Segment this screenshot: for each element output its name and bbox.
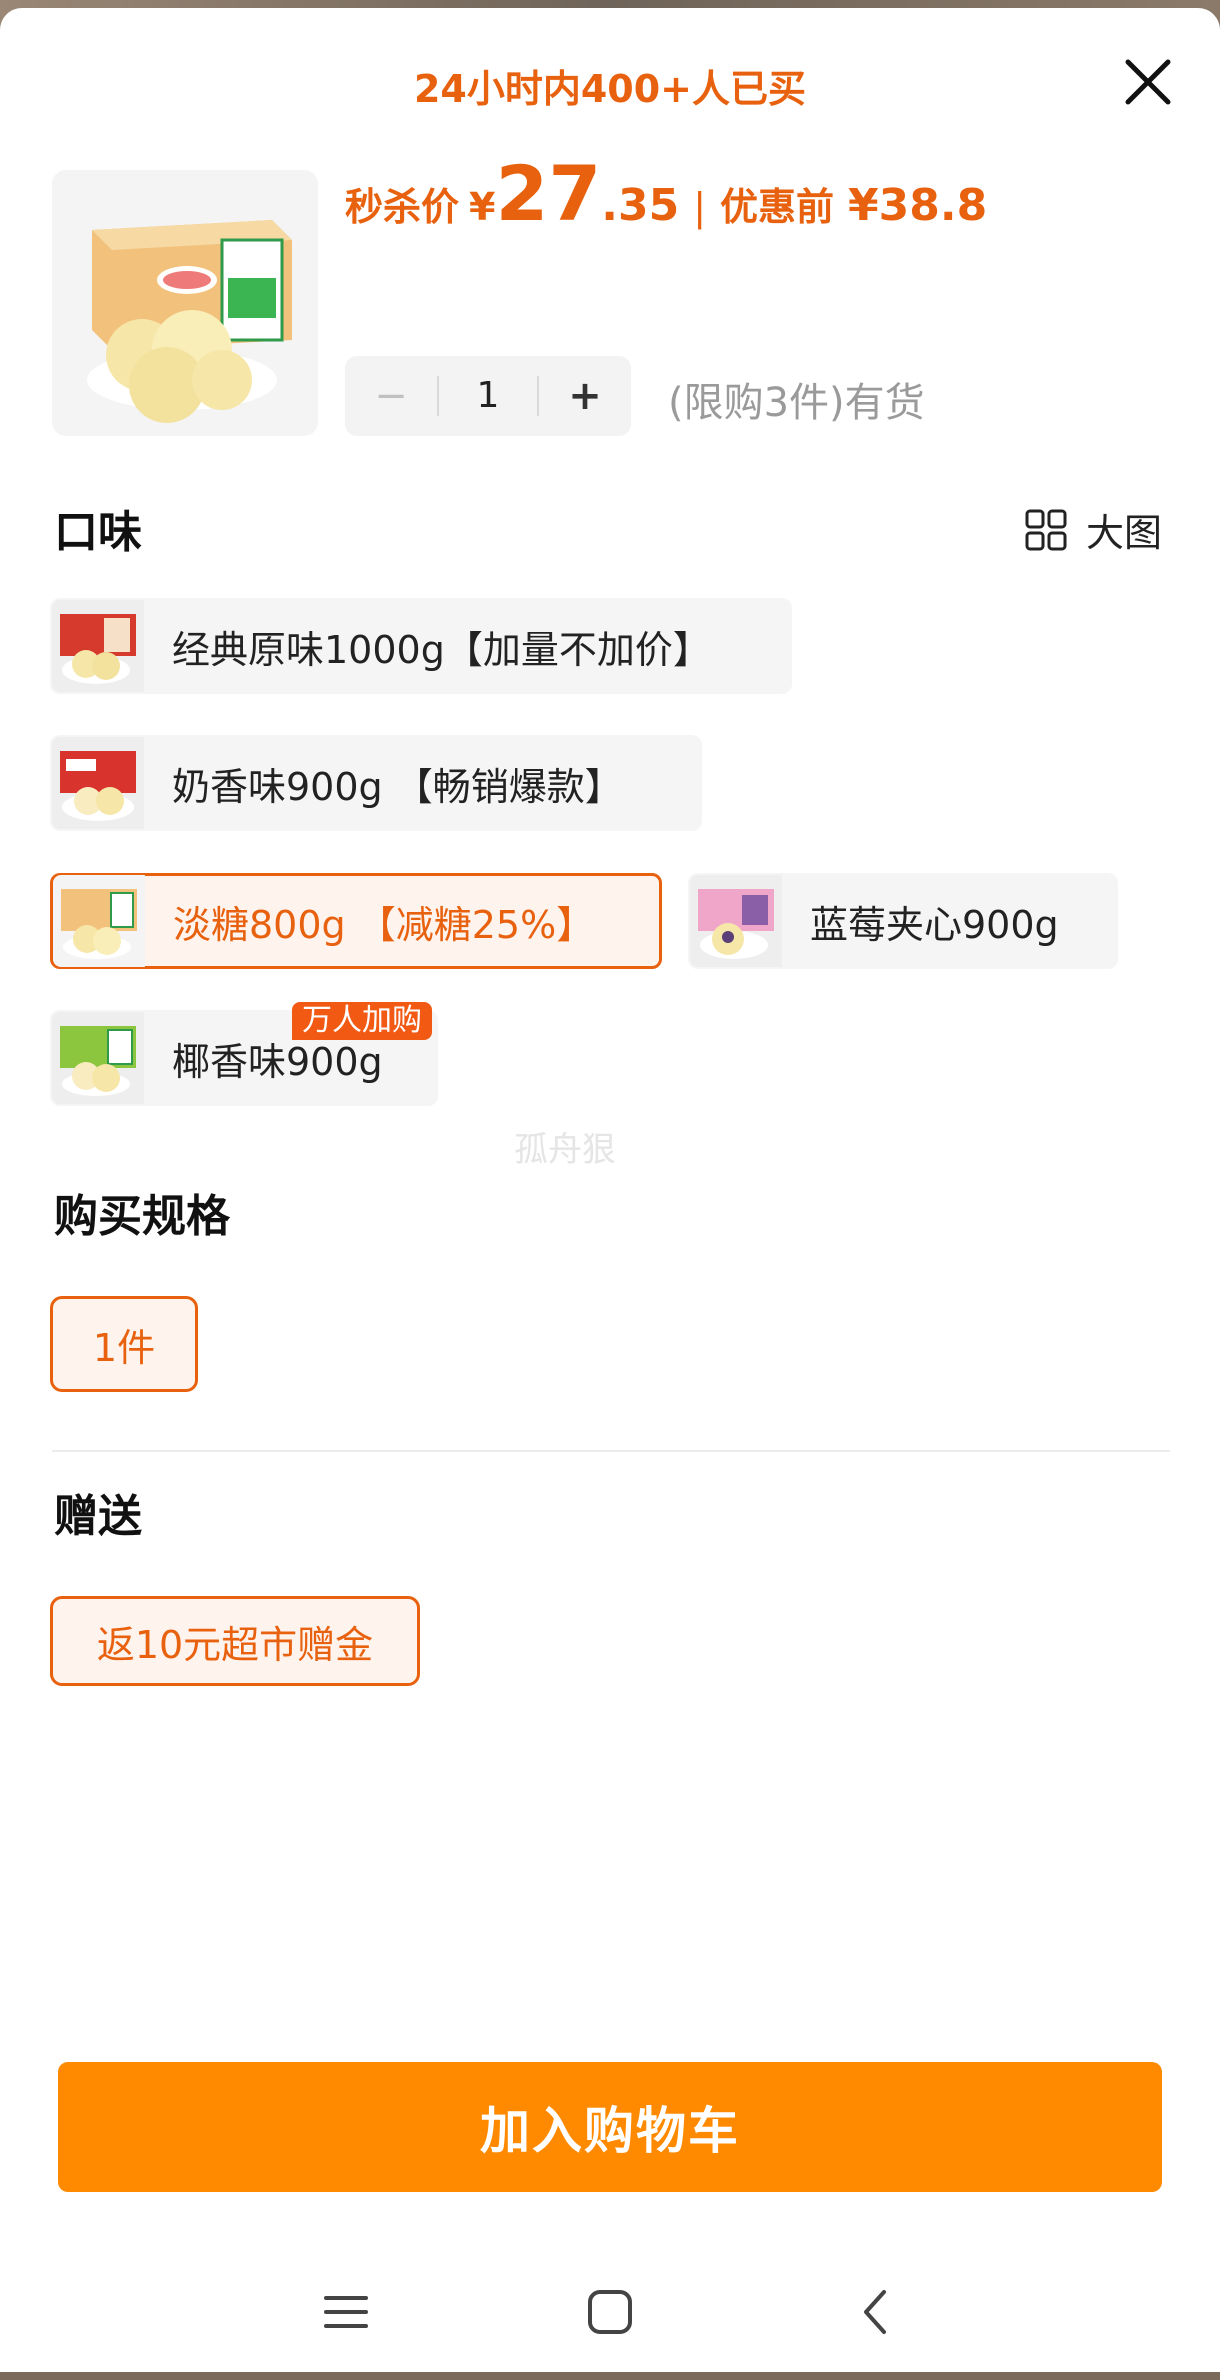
gift-section-title: 赠送 xyxy=(54,1491,142,1542)
flavor-option-blueberry[interactable]: 蓝莓夹心900g xyxy=(688,873,1118,969)
flavor-option-label: 淡糖800g 【减糖25%】 xyxy=(173,902,595,947)
menu-icon[interactable] xyxy=(316,2282,376,2342)
flavor-option-milk[interactable]: 奶香味900g 【畅销爆款】 xyxy=(50,735,702,831)
spec-option-1-piece[interactable]: 1件 xyxy=(50,1296,198,1392)
flavor-thumb-image xyxy=(53,875,145,967)
big-image-label: 大图 xyxy=(1086,511,1163,555)
price-separator: | xyxy=(693,185,706,229)
close-icon[interactable] xyxy=(1120,54,1176,110)
back-icon[interactable] xyxy=(846,2282,906,2342)
price-integer: 27 xyxy=(495,149,602,238)
grid-icon xyxy=(1025,509,1067,550)
decrease-button[interactable]: − xyxy=(345,373,437,419)
flavor-option-original[interactable]: 经典原味1000g【加量不加价】 xyxy=(50,598,792,694)
hot-badge: 万人加购 xyxy=(292,1002,432,1040)
section-divider xyxy=(52,1450,1170,1452)
flavor-option-light-sugar[interactable]: 淡糖800g 【减糖25%】 xyxy=(50,873,662,969)
flavor-thumb-image xyxy=(52,600,144,692)
increase-button[interactable]: + xyxy=(539,373,631,419)
spec-section-title: 购买规格 xyxy=(54,1191,230,1242)
flavor-option-label: 经典原味1000g【加量不加价】 xyxy=(172,627,711,672)
price-line: 秒杀价 ¥ 27 .35 | 优惠前 ¥38.8 xyxy=(345,156,987,236)
home-icon[interactable] xyxy=(580,2282,640,2342)
flavor-thumb-image xyxy=(690,875,782,967)
price-decimal: .35 xyxy=(601,180,680,231)
gift-option[interactable]: 返10元超市赠金 xyxy=(50,1596,420,1686)
quantity-stepper: − 1 + xyxy=(345,356,631,436)
stock-status: (限购3件)有货 xyxy=(668,380,925,426)
product-image[interactable] xyxy=(52,170,318,436)
watermark-text: 孤舟狠 xyxy=(514,1130,616,1170)
original-price-label: 优惠前 xyxy=(720,185,835,229)
sku-selector-sheet: 24小时内400+人已买 秒杀价 ¥ 27 .35 | 优惠前 ¥38.8 − … xyxy=(0,8,1220,2372)
original-price: ¥38.8 xyxy=(848,180,988,231)
flavor-thumb-image xyxy=(52,737,144,829)
big-image-toggle[interactable]: 大图 xyxy=(1024,502,1162,557)
flavor-option-label: 蓝莓夹心900g xyxy=(810,902,1059,947)
add-to-cart-button[interactable]: 加入购物车 xyxy=(58,2062,1162,2192)
flavor-section-title: 口味 xyxy=(54,507,142,558)
sold-count-text: 24小时内400+人已买 xyxy=(413,67,807,111)
flavor-thumb-image xyxy=(52,1012,144,1104)
flavor-option-label: 奶香味900g 【畅销爆款】 xyxy=(172,764,623,809)
price-label: 秒杀价 xyxy=(345,185,460,229)
system-nav-bar xyxy=(0,2258,1220,2380)
currency-symbol: ¥ xyxy=(469,185,496,229)
quantity-value[interactable]: 1 xyxy=(437,376,539,416)
